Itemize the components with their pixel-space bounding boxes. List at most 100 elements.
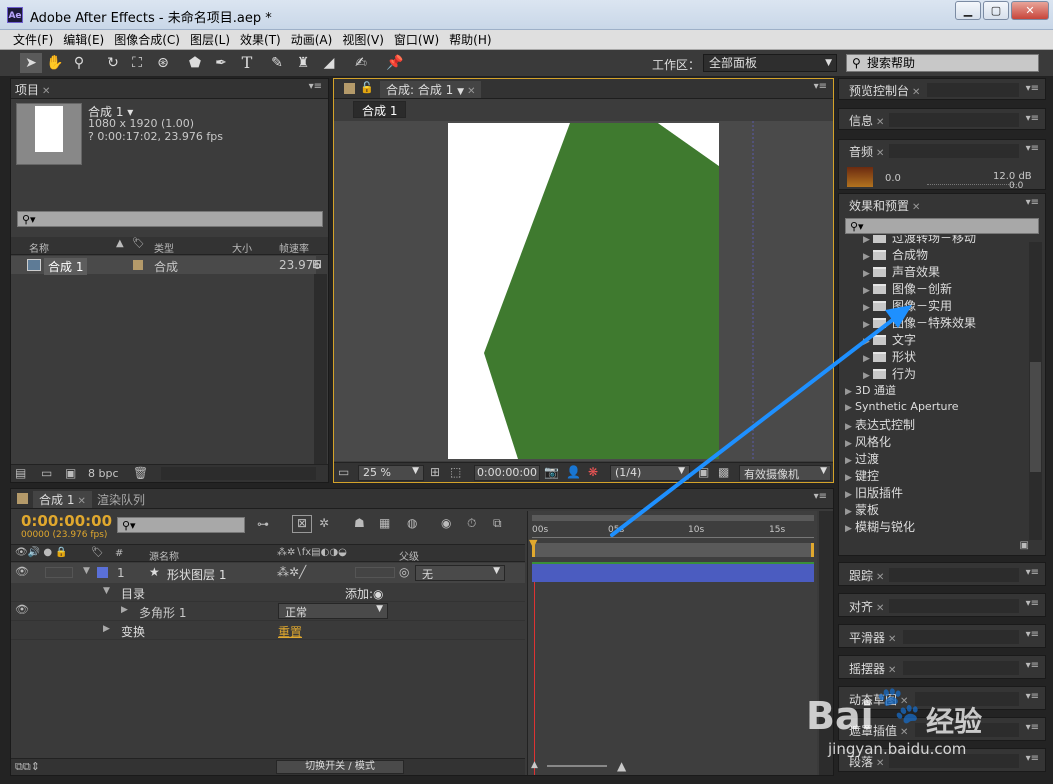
panel-menu-icon[interactable]: ▾≡ xyxy=(1026,722,1039,733)
col-size[interactable]: 大小 xyxy=(232,240,252,255)
always-preview-icon[interactable]: ▭ xyxy=(338,465,349,479)
current-timecode[interactable]: 0:00:00:00 xyxy=(21,512,112,530)
zoom-slider[interactable]: ▲ ▲ xyxy=(531,759,651,773)
timeline-scrollbar[interactable] xyxy=(819,511,833,775)
panel-menu-icon[interactable]: ▾≡ xyxy=(1026,629,1039,640)
menu-animation[interactable]: 动画(A) xyxy=(286,30,338,50)
label-color-swatch[interactable] xyxy=(97,567,108,578)
effects-tree-item[interactable]: ▶ 3D 通道 xyxy=(841,382,1031,399)
tab-audio[interactable]: 音频 ✕ xyxy=(849,143,884,160)
panel-menu-icon[interactable]: ▾≡ xyxy=(1026,83,1039,94)
eye-icon[interactable]: 👁 xyxy=(15,603,29,616)
toggle-panes-icon[interactable]: ⧉⧉⇕ xyxy=(15,760,40,774)
effects-tree-item[interactable]: ▶ 风格化 xyxy=(841,433,1031,450)
selection-tool-icon[interactable]: ➤ xyxy=(20,53,42,73)
effects-tree-item[interactable]: ▶ 图像－实用 xyxy=(841,297,1031,314)
twirl-closed-icon[interactable]: ▶ xyxy=(863,269,873,279)
interpret-footage-icon[interactable]: ▤ xyxy=(15,466,26,480)
zoom-select[interactable]: 25 % ▼ xyxy=(358,465,424,481)
tab-composition[interactable]: 合成: 合成 1 ▼ ✕ xyxy=(380,81,482,98)
time-ruler[interactable]: 00s 05s 10s 15s xyxy=(528,521,818,541)
effects-scrollbar[interactable] xyxy=(1029,242,1042,540)
workspace-select[interactable]: 全部面板 ▼ xyxy=(703,54,837,72)
col-parent[interactable]: 父级 xyxy=(399,548,419,563)
tab-info[interactable]: 信息 ✕ xyxy=(849,112,884,129)
stamp-tool-icon[interactable]: ♜ xyxy=(292,53,314,73)
twirl-closed-icon[interactable]: ▶ xyxy=(863,252,873,262)
panel-menu-icon[interactable]: ▾≡ xyxy=(1026,660,1039,671)
zoom-in-icon[interactable]: ▲ xyxy=(617,759,626,773)
comp-subtab[interactable]: 合成 1 xyxy=(353,101,407,118)
twirl-closed-icon[interactable]: ▶ xyxy=(863,320,873,330)
type-tool-icon[interactable]: T xyxy=(236,53,258,73)
hand-tool-icon[interactable]: ✋ xyxy=(44,53,66,73)
effects-tree-item[interactable]: ▶ 蒙板 xyxy=(841,501,1031,518)
region-of-interest-icon[interactable]: ▣ xyxy=(698,465,709,479)
twirl-closed-icon[interactable]: ▶ xyxy=(863,286,873,296)
twirl-closed-icon[interactable]: ▶ xyxy=(845,422,855,432)
scrollbar-thumb[interactable] xyxy=(1030,362,1041,472)
panel-menu-icon[interactable]: ▾≡ xyxy=(1026,197,1039,208)
transparency-grid-icon[interactable]: ▩ xyxy=(718,465,729,479)
parent-select[interactable]: 无 ▼ xyxy=(415,565,505,581)
twirl-closed-icon[interactable]: ▶ xyxy=(863,337,873,347)
shape-tool-icon[interactable]: ⬟ xyxy=(184,53,206,73)
new-comp-icon[interactable]: ▣ xyxy=(65,466,76,480)
channel-icon[interactable]: ❋ xyxy=(588,465,598,479)
menu-view[interactable]: 视图(V) xyxy=(337,30,389,50)
parent-pickwhip-icon[interactable]: ◎ xyxy=(399,565,409,579)
show-snapshot-icon[interactable]: 👤 xyxy=(566,465,581,479)
tab-tracker[interactable]: 跟踪 ✕ xyxy=(849,567,884,584)
twirl-open-icon[interactable]: ▼ xyxy=(83,566,90,576)
twirl-closed-icon[interactable]: ▶ xyxy=(845,456,855,466)
effects-tree-item[interactable]: ▶ 过渡 xyxy=(841,450,1031,467)
maximize-button[interactable]: ▢ xyxy=(983,1,1009,20)
effects-tree-item[interactable]: ▶ 键控 xyxy=(841,467,1031,484)
twirl-closed-icon[interactable]: ▶ xyxy=(863,354,873,364)
roto-brush-icon[interactable]: ✍ xyxy=(350,53,372,73)
comp-mini-flowchart-icon[interactable]: ⊶ xyxy=(257,517,269,531)
twirl-closed-icon[interactable]: ▶ xyxy=(863,371,873,381)
snapshot-icon[interactable]: 📷 xyxy=(544,465,559,479)
layer-duration-bar[interactable] xyxy=(532,562,814,582)
panel-menu-icon[interactable]: ▾≡ xyxy=(309,81,322,92)
tab-motion-sketch[interactable]: 动态草图 ✕ xyxy=(849,691,908,708)
col-source-name[interactable]: 源名称 xyxy=(149,548,179,563)
lock-solo-boxes[interactable] xyxy=(45,567,73,578)
effects-tree-item[interactable]: ▶ Synthetic Aperture xyxy=(841,399,1031,416)
effects-tree-item[interactable]: ▶ 声音效果 xyxy=(841,263,1031,280)
camera-select[interactable]: 有效摄像机 ▼ xyxy=(739,465,831,481)
col-name[interactable]: 名称 xyxy=(29,240,49,255)
effects-tree-item[interactable]: ▶ 模糊与锐化 xyxy=(841,518,1031,535)
resolution-select[interactable]: (1/4) ▼ xyxy=(610,465,690,481)
rotate-tool-icon[interactable]: ↻ xyxy=(102,53,124,73)
effects-tree-item[interactable]: ▶ 旧版插件 xyxy=(841,484,1031,501)
panel-menu-icon[interactable]: ▾≡ xyxy=(1026,598,1039,609)
tab-smoother[interactable]: 平滑器 ✕ xyxy=(849,629,896,646)
playhead-icon[interactable]: ▼ xyxy=(529,537,537,550)
close-button[interactable]: ✕ xyxy=(1011,1,1049,20)
mode-boxes[interactable] xyxy=(355,567,395,578)
tab-timeline-comp[interactable]: 合成 1 ✕ xyxy=(33,491,92,508)
tab-wiggler[interactable]: 摇摆器 ✕ xyxy=(849,660,896,677)
effects-tree-item[interactable]: ▶ 合成物 xyxy=(841,246,1031,263)
panel-menu-icon[interactable]: ▾≡ xyxy=(1026,567,1039,578)
zoom-tool-icon[interactable]: ⚲ xyxy=(68,53,90,73)
menu-file[interactable]: 文件(F) xyxy=(8,30,58,50)
bit-depth[interactable]: 8 bpc xyxy=(88,467,119,480)
effects-tree-item[interactable]: ▶ 过渡转场－移动 xyxy=(841,235,1031,246)
trash-icon[interactable]: 🗑 xyxy=(133,466,148,480)
twirl-closed-icon[interactable]: ▶ xyxy=(845,473,855,483)
layer-row[interactable]: 👁 ▼ 1 ★ 形状图层 1 ⁂✲╱ ◎ 无 ▼ xyxy=(11,563,525,583)
comp-canvas[interactable] xyxy=(334,121,833,461)
draft-3d-icon[interactable]: ✲ xyxy=(319,516,329,530)
twirl-closed-icon[interactable]: ▶ xyxy=(863,235,873,245)
twirl-closed-icon[interactable]: ▶ xyxy=(845,387,855,397)
menu-window[interactable]: 窗口(W) xyxy=(389,30,444,50)
twirl-closed-icon[interactable]: ▶ xyxy=(121,605,128,615)
polygon-row[interactable]: 👁 ▶ 多角形 1 正常 ▼ xyxy=(11,602,525,621)
puppet-pin-icon[interactable]: 📌 xyxy=(384,53,406,73)
add-shape-button[interactable]: 添加:◉ xyxy=(345,585,384,602)
eye-icon[interactable]: 👁 xyxy=(15,565,29,578)
twirl-closed-icon[interactable]: ▶ xyxy=(845,490,855,500)
